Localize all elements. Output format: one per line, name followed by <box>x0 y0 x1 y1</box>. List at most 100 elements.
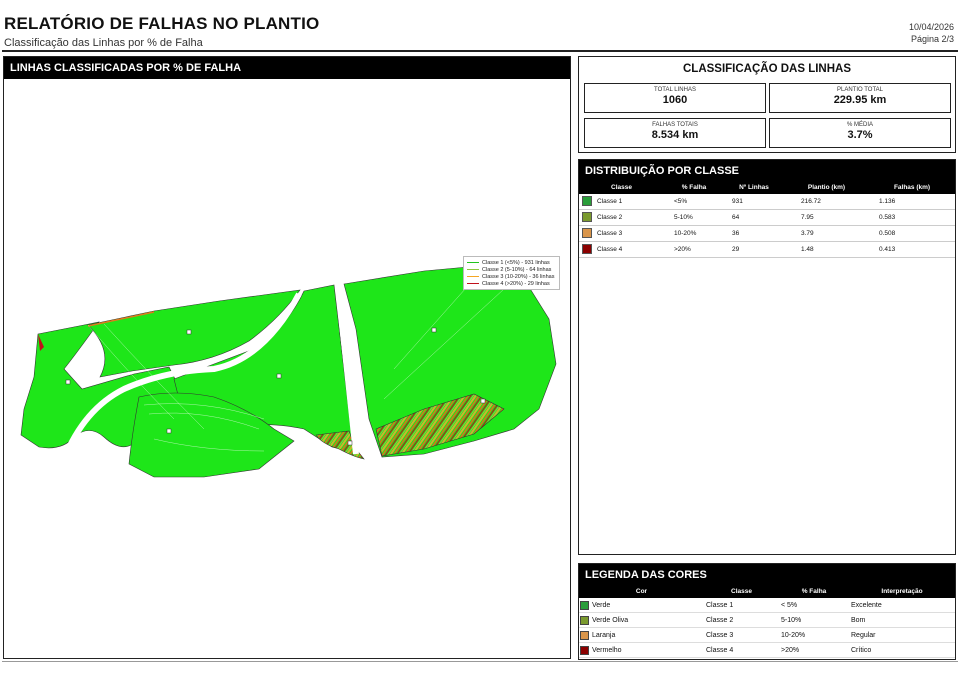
page-number: Página 2/3 <box>910 34 954 44</box>
legend-falha-cell: >20% <box>781 647 800 654</box>
map-legend: Classe 1 (<5%) - 931 linhas Classe 2 (5-… <box>463 256 560 290</box>
color-legend-row: Laranja Classe 3 10-20% Regular <box>579 628 955 643</box>
col-header: % Falha <box>801 588 827 595</box>
legend-falha-cell: 10-20% <box>781 632 806 639</box>
kpi-value: 229.95 km <box>833 94 887 106</box>
kpi-media: % MÉDIA 3.7% <box>769 118 951 148</box>
linhas-cell: 36 <box>732 230 740 237</box>
class-name: Classe 2 <box>597 214 623 221</box>
legend-label: Classe 3 (10-20%) - 36 linhas <box>482 273 555 280</box>
distribution-header: Classe % Falha Nº Linhas Plantio (km) Fa… <box>579 182 955 194</box>
distribution-row: Classe 1 <5% 931 216.72 1.136 <box>579 194 955 210</box>
class-name: Classe 3 <box>597 230 623 237</box>
color-swatch <box>580 645 589 655</box>
distribution-row: Classe 2 5-10% 64 7.95 0.583 <box>579 210 955 226</box>
col-header: % Falha <box>681 184 707 191</box>
color-name: Verde Oliva <box>592 617 629 624</box>
interpretation-cell: Excelente <box>851 602 882 609</box>
kpi-falhas-totais: FALHAS TOTAIS 8.534 km <box>584 118 766 148</box>
color-cell: Verde <box>579 598 704 612</box>
color-legend-row: Vermelho Classe 4 >20% Crítico <box>579 643 955 658</box>
col-header: Classe <box>611 184 632 191</box>
interpretation-cell: Regular <box>851 632 876 639</box>
legend-label: Classe 1 (<5%) - 931 linhas <box>482 259 550 266</box>
report-title: RELATÓRIO DE FALHAS NO PLANTIO <box>4 14 320 33</box>
falhas-cell: 0.508 <box>879 230 896 237</box>
legend-falha-cell: < 5% <box>781 602 798 609</box>
col-header: Falhas (km) <box>893 184 931 191</box>
linhas-cell: 931 <box>732 198 743 205</box>
legend-class-cell: Classe 2 <box>706 617 734 624</box>
kpi-label: PLANTIO TOTAL <box>836 87 883 93</box>
falhas-cell: 1.136 <box>879 198 896 205</box>
legend-swatch <box>467 261 479 264</box>
report-date: 10/04/2026 <box>908 22 954 32</box>
class-cell: Classe 1 <box>579 194 664 209</box>
kpi-total-linhas: TOTAL LINHAS 1060 <box>584 83 766 113</box>
distribution-row: Classe 3 10-20% 36 3.79 0.508 <box>579 226 955 242</box>
map-panel: LINHAS CLASSIFICADAS POR % DE FALHA Clas… <box>3 56 571 659</box>
distribution-row: Classe 4 >20% 29 1.48 0.413 <box>579 242 955 258</box>
class-cell: Classe 3 <box>579 226 664 241</box>
color-cell: Vermelho <box>579 643 704 657</box>
legend-class-cell: Classe 3 <box>706 632 734 639</box>
class-cell: Classe 4 <box>579 242 664 257</box>
color-name: Vermelho <box>592 647 622 654</box>
distribution-title: DISTRIBUIÇÃO POR CLASSE <box>579 160 955 182</box>
map-panel-title: LINHAS CLASSIFICADAS POR % DE FALHA <box>4 57 570 79</box>
plantio-cell: 7.95 <box>801 214 814 221</box>
linhas-cell: 64 <box>732 214 740 221</box>
legend-swatch <box>467 282 479 285</box>
plantio-cell: 1.48 <box>801 246 814 253</box>
distribution-panel: DISTRIBUIÇÃO POR CLASSE Classe % Falha N… <box>578 159 956 555</box>
interpretation-cell: Bom <box>851 617 866 624</box>
kpi-plantio-total: PLANTIO TOTAL 229.95 km <box>769 83 951 113</box>
header-divider <box>2 50 958 52</box>
kpi-label: % MÉDIA <box>846 122 873 128</box>
color-legend-row: Verde Oliva Classe 2 5-10% Bom <box>579 613 955 628</box>
class-cell: Classe 2 <box>579 210 664 225</box>
class-name: Classe 4 <box>597 246 623 253</box>
report-subtitle: Classificação das Linhas por % de Falha <box>4 37 203 49</box>
kpi-value: 1060 <box>662 94 688 106</box>
legend-class-cell: Classe 4 <box>706 647 734 654</box>
falha-cell: <5% <box>674 198 688 205</box>
color-legend-title: LEGENDA DAS CORES <box>579 564 955 586</box>
class-color-swatch <box>582 196 592 207</box>
col-header: Plantio (km) <box>807 184 846 191</box>
class-color-swatch <box>582 228 592 239</box>
color-cell: Laranja <box>579 628 704 642</box>
kpi-label: FALHAS TOTAIS <box>652 122 698 128</box>
falha-cell: 10-20% <box>674 230 697 237</box>
col-header: Cor <box>635 588 648 595</box>
kpi-label: TOTAL LINHAS <box>654 87 696 93</box>
plantio-cell: 3.79 <box>801 230 814 237</box>
kpi-value: 3.7% <box>847 129 873 141</box>
linhas-cell: 29 <box>732 246 740 253</box>
falhas-cell: 0.413 <box>879 246 896 253</box>
map-legend-item: Classe 2 (5-10%) - 64 linhas <box>467 266 556 273</box>
footer-divider <box>2 661 958 662</box>
falha-cell: >20% <box>674 246 691 253</box>
legend-falha-cell: 5-10% <box>781 617 802 624</box>
color-swatch <box>580 600 589 610</box>
map-legend-item: Classe 4 (>20%) - 29 linhas <box>467 280 556 287</box>
kpi-panel-title: CLASSIFICAÇÃO DAS LINHAS <box>682 63 852 75</box>
legend-swatch <box>467 268 479 271</box>
class-name: Classe 1 <box>597 198 623 205</box>
kpi-value: 8.534 km <box>651 129 699 141</box>
field-map[interactable] <box>4 79 570 659</box>
legend-label: Classe 2 (5-10%) - 64 linhas <box>482 266 552 273</box>
map-legend-item: Classe 1 (<5%) - 931 linhas <box>467 259 556 266</box>
col-header: Nº Linhas <box>739 184 769 191</box>
falha-cell: 5-10% <box>674 214 693 221</box>
col-header: Interpretação <box>881 588 923 595</box>
color-legend-row: Verde Classe 1 < 5% Excelente <box>579 598 955 613</box>
class-color-swatch <box>582 244 592 255</box>
color-legend-panel: LEGENDA DAS CORES Cor Classe % Falha Int… <box>578 563 956 660</box>
legend-class-cell: Classe 1 <box>706 602 734 609</box>
legend-label: Classe 4 (>20%) - 29 linhas <box>482 280 550 287</box>
color-name: Laranja <box>592 632 616 639</box>
color-swatch <box>580 630 589 640</box>
map-legend-item: Classe 3 (10-20%) - 36 linhas <box>467 273 556 280</box>
